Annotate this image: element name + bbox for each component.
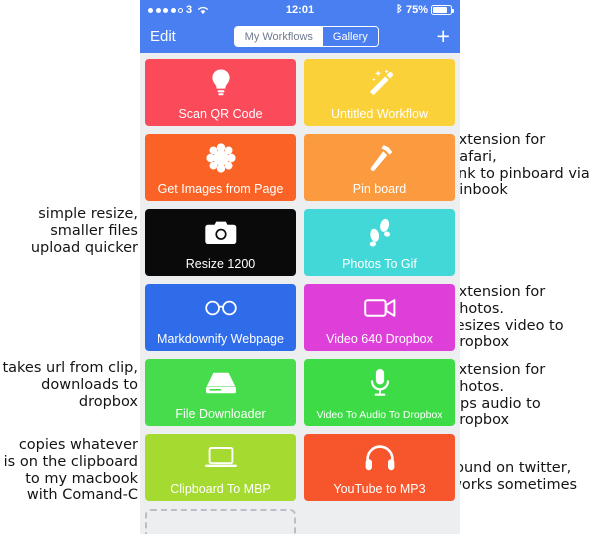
workflow-tile[interactable]: Resize 1200 — [145, 209, 296, 276]
workflow-tile-label: YouTube to MP3 — [333, 482, 426, 496]
workflow-grid: Scan QR Code Untitled Workflow Get Images … — [140, 53, 460, 534]
annotation-downloader-note: takes url from clip, downloads to dropbo… — [2, 360, 138, 410]
wifi-icon — [197, 5, 209, 15]
workflow-tile-label: Untitled Workflow — [330, 107, 429, 121]
add-workflow-placeholder-tile[interactable] — [145, 509, 296, 534]
workflow-tile[interactable]: Pin board — [304, 134, 455, 201]
phone-screen: 3 12:01 75% Edit My Workflows Gallery + — [140, 0, 460, 534]
carrier-label: 3 — [186, 4, 193, 16]
workflow-tile[interactable]: Untitled Workflow — [304, 59, 455, 126]
workflow-tile-label: File Downloader — [175, 407, 266, 421]
workflow-tile-label: Markdownify Webpage — [157, 332, 284, 346]
status-bar-right: 75% — [396, 3, 454, 17]
workflow-tile[interactable]: Photos To Gif — [304, 209, 455, 276]
edit-button[interactable]: Edit — [150, 28, 176, 45]
tab-my-workflows[interactable]: My Workflows — [234, 27, 323, 46]
workflow-tile-label: Resize 1200 — [185, 257, 256, 271]
annotation-clipboard-note: copies whatever is on the clipboard to m… — [3, 437, 138, 504]
signal-strength-icon — [148, 7, 183, 13]
tab-gallery[interactable]: Gallery — [322, 27, 378, 46]
hard-drive-icon — [145, 368, 296, 398]
workflow-tile[interactable]: YouTube to MP3 — [304, 434, 455, 501]
battery-percent-label: 75% — [405, 4, 428, 16]
workflow-tile[interactable]: File Downloader — [145, 359, 296, 426]
microphone-icon — [304, 368, 455, 398]
add-workflow-button[interactable]: + — [437, 25, 450, 48]
footprints-icon — [304, 218, 455, 248]
magic-wand-icon — [304, 68, 455, 98]
workflow-tile-label: Clipboard To MBP — [170, 482, 271, 496]
annotation-audio-note: extension for photos. rips audio to drop… — [450, 362, 546, 429]
headphones-icon — [304, 443, 455, 473]
screenshot-root: extension for Safari, link to pinboard v… — [0, 0, 600, 534]
lightbulb-icon — [145, 68, 296, 98]
workflow-tile[interactable]: Scan QR Code — [145, 59, 296, 126]
status-bar-left: 3 — [148, 4, 209, 16]
workflow-tile-label: Get Images from Page — [157, 182, 284, 196]
annotation-youtube-note: found on twitter, works sometimes — [450, 460, 578, 493]
workflow-tile-label: Scan QR Code — [178, 107, 263, 121]
camera-icon — [145, 218, 296, 248]
workflow-tile-label: Pin board — [352, 182, 407, 196]
video-camera-icon — [304, 293, 455, 323]
workflow-tile[interactable]: Get Images from Page — [145, 134, 296, 201]
workflow-tile[interactable]: Clipboard To MBP — [145, 434, 296, 501]
workflow-tile-label: Photos To Gif — [342, 257, 417, 271]
battery-icon — [431, 5, 454, 15]
workflow-tile[interactable]: Markdownify Webpage — [145, 284, 296, 351]
annotation-resize-note: simple resize, smaller files upload quic… — [30, 206, 138, 256]
bluetooth-icon — [396, 3, 403, 17]
laptop-icon — [145, 443, 296, 473]
flower-gear-icon — [145, 143, 296, 173]
annotation-video640-note: extension for photos. resizes video to d… — [450, 284, 564, 351]
workflow-tile-label: Video 640 Dropbox — [326, 332, 433, 346]
hammer-icon — [304, 143, 455, 173]
annotation-pinboard-note: extension for Safari, link to pinboard v… — [450, 132, 590, 199]
workflow-tile[interactable]: Video 640 Dropbox — [304, 284, 455, 351]
nav-bar: Edit My Workflows Gallery + — [140, 20, 460, 53]
status-bar: 3 12:01 75% — [140, 0, 460, 20]
workflow-tile-label: Video To Audio To Dropbox — [316, 409, 443, 421]
workflow-tile[interactable]: Video To Audio To Dropbox — [304, 359, 455, 426]
segmented-control[interactable]: My Workflows Gallery — [233, 26, 379, 47]
glasses-icon — [145, 293, 296, 323]
